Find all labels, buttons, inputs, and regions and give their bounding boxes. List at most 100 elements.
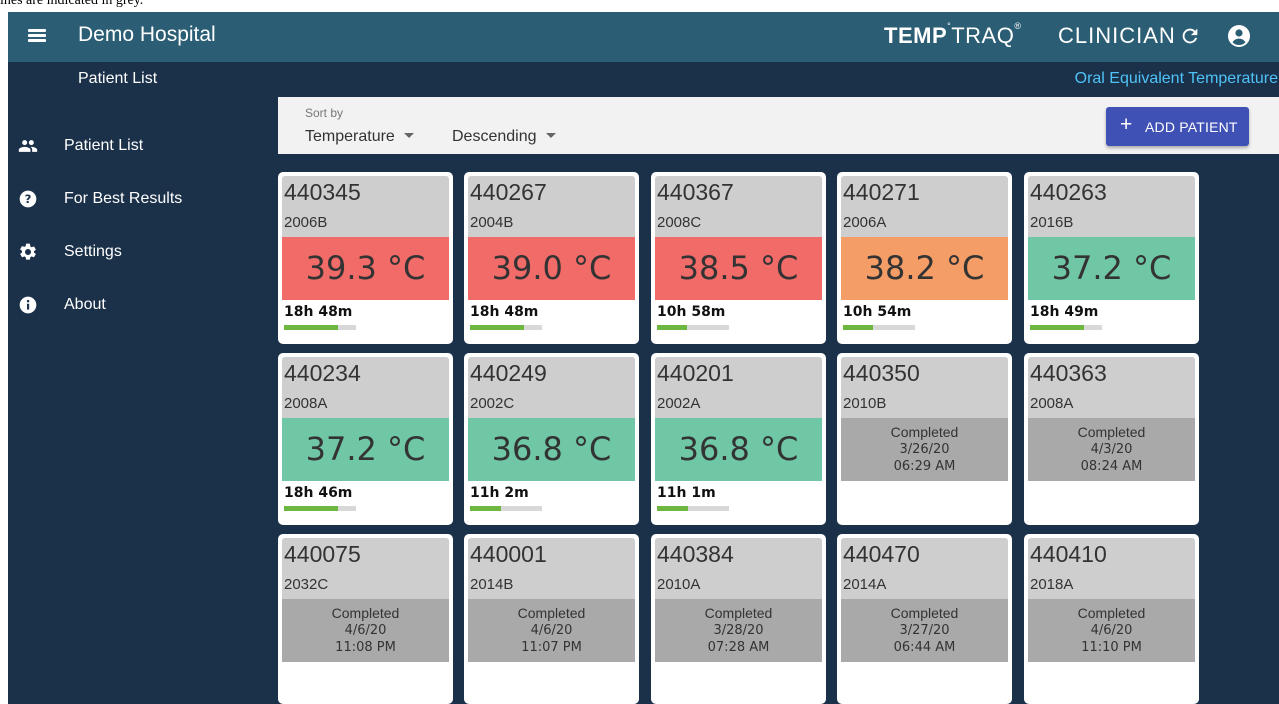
patient-room: 2014A (843, 576, 887, 593)
patient-card[interactable]: 440345 2006B 39.3 °C 18h 48m (278, 172, 453, 344)
duration-progress-bar (470, 325, 542, 330)
patient-room: 2008A (284, 395, 328, 412)
patient-card[interactable]: 440075 2032C Completed 4/6/20 11:08 PM (278, 534, 453, 704)
monitoring-duration: 10h 54m (843, 304, 912, 320)
patient-card[interactable]: 440201 2002A 36.8 °C 11h 1m (651, 353, 826, 525)
patient-card[interactable]: 440367 2008C 38.5 °C 10h 58m (651, 172, 826, 344)
patient-room: 2010A (657, 576, 701, 593)
patient-room: 2010B (843, 395, 887, 412)
top-app-bar: Demo Hospital TEMP°TRAQ® CLINICIAN (8, 12, 1279, 62)
gear-icon (18, 242, 38, 262)
patient-card-header: 440267 2004B (468, 176, 635, 237)
patient-card-header: 440001 2014B (468, 538, 635, 599)
patient-card-header: 440201 2002A (655, 357, 822, 418)
patient-card-header: 440367 2008C (655, 176, 822, 237)
temperature-reading: 37.2 °C (1028, 237, 1195, 300)
sidebar-item-for-best-results[interactable]: ? For Best Results (8, 183, 268, 219)
patient-id: 440263 (1030, 179, 1107, 205)
duration-progress-bar (1030, 325, 1102, 330)
duration-progress-bar (284, 506, 356, 511)
patient-id: 440350 (843, 360, 920, 386)
monitoring-duration: 10h 58m (657, 304, 726, 320)
refresh-icon[interactable] (1179, 25, 1201, 47)
sidebar-item-label: For Best Results (64, 190, 183, 207)
patient-card[interactable]: 440267 2004B 39.0 °C 18h 48m (464, 172, 639, 344)
sort-toolbar: Sort by Temperature Descending + ADD PAT… (278, 97, 1279, 154)
temperature-reading: 36.8 °C (655, 418, 822, 481)
patient-card[interactable]: 440001 2014B Completed 4/6/20 11:07 PM (464, 534, 639, 704)
completed-label: Completed (1077, 605, 1146, 621)
completed-label: Completed (331, 605, 400, 621)
patient-card-header: 440249 2002C (468, 357, 635, 418)
page-title: Patient List (78, 70, 158, 87)
duration-progress-fill (470, 325, 524, 330)
people-icon (18, 136, 38, 156)
patient-card[interactable]: 440271 2006A 38.2 °C 10h 54m (837, 172, 1012, 344)
patient-id: 440001 (470, 541, 547, 567)
temperature-reading: 38.5 °C (655, 237, 822, 300)
sidebar-item-patient-list[interactable]: Patient List (8, 130, 268, 166)
patient-id: 440367 (657, 179, 734, 205)
sidebar-item-settings[interactable]: Settings (8, 236, 268, 272)
add-patient-button[interactable]: + ADD PATIENT (1106, 107, 1249, 146)
patient-id: 440470 (843, 541, 920, 567)
patient-card[interactable]: 440234 2008A 37.2 °C 18h 46m (278, 353, 453, 525)
completed-date: 3/28/20 (713, 623, 764, 638)
patient-card[interactable]: 440410 2018A Completed 4/6/20 11:10 PM (1024, 534, 1199, 704)
completed-time: 06:29 AM (893, 459, 956, 474)
completed-time: 07:28 AM (707, 640, 770, 655)
patient-card[interactable]: 440249 2002C 36.8 °C 11h 2m (464, 353, 639, 525)
completed-time: 06:44 AM (893, 640, 956, 655)
patient-id: 440384 (657, 541, 734, 567)
patient-card-header: 440384 2010A (655, 538, 822, 599)
patient-card[interactable]: 440350 2010B Completed 3/26/20 06:29 AM (837, 353, 1012, 525)
patient-card[interactable]: 440470 2014A Completed 3/27/20 06:44 AM (837, 534, 1012, 704)
completed-date: 4/6/20 (530, 623, 573, 638)
hospital-name: Demo Hospital (78, 23, 216, 46)
patient-room: 2004B (470, 214, 514, 231)
patient-card-header: 440263 2016B (1028, 176, 1195, 237)
sidebar-item-label: Patient List (64, 137, 144, 154)
duration-progress-bar (470, 506, 542, 511)
patient-card-header: 440271 2006A (841, 176, 1008, 237)
completed-time: 11:10 PM (1081, 640, 1142, 655)
completed-date: 4/6/20 (344, 623, 387, 638)
patient-card-header: 440350 2010B (841, 357, 1008, 418)
temperature-reading: 37.2 °C (282, 418, 449, 481)
patient-card-header: 440410 2018A (1028, 538, 1195, 599)
sort-order-select[interactable]: Descending (452, 128, 556, 146)
caption-text: ines are indicated in grey. (0, 0, 1279, 12)
completed-date: 3/27/20 (899, 623, 950, 638)
completed-status: Completed 4/6/20 11:07 PM (468, 599, 635, 662)
patient-card-header: 440345 2006B (282, 176, 449, 237)
temperature-mode-link[interactable]: Oral Equivalent Temperature (1075, 70, 1278, 88)
patient-id: 440201 (657, 360, 734, 386)
patient-card[interactable]: 440263 2016B 37.2 °C 18h 49m (1024, 172, 1199, 344)
monitoring-duration: 18h 49m (1030, 304, 1099, 320)
completed-status: Completed 4/6/20 11:08 PM (282, 599, 449, 662)
account-circle-icon[interactable] (1227, 24, 1251, 48)
patient-card[interactable]: 440384 2010A Completed 3/28/20 07:28 AM (651, 534, 826, 704)
hamburger-menu-icon[interactable] (28, 27, 46, 43)
sidebar-item-about[interactable]: About (8, 289, 268, 325)
completed-status: Completed 3/26/20 06:29 AM (841, 418, 1008, 481)
patient-room: 2014B (470, 576, 514, 593)
temperature-reading: 39.0 °C (468, 237, 635, 300)
app-window: Demo Hospital TEMP°TRAQ® CLINICIAN Patie… (8, 12, 1279, 704)
completed-status: Completed 4/3/20 08:24 AM (1028, 418, 1195, 481)
completed-label: Completed (517, 605, 586, 621)
completed-label: Completed (890, 605, 959, 621)
patient-room: 2002A (657, 395, 701, 412)
sort-field-select[interactable]: Temperature (305, 128, 414, 146)
sort-by-label: Sort by (305, 106, 344, 120)
temptraq-logo: TEMP°TRAQ® (884, 21, 1022, 48)
duration-progress-bar (843, 325, 915, 330)
duration-progress-fill (657, 506, 688, 511)
monitoring-duration: 11h 2m (470, 485, 529, 501)
duration-progress-fill (1030, 325, 1084, 330)
chevron-down-icon (403, 133, 414, 139)
patient-card[interactable]: 440363 2008A Completed 4/3/20 08:24 AM (1024, 353, 1199, 525)
completed-date: 4/6/20 (1090, 623, 1133, 638)
duration-progress-fill (284, 506, 338, 511)
temperature-reading: 39.3 °C (282, 237, 449, 300)
